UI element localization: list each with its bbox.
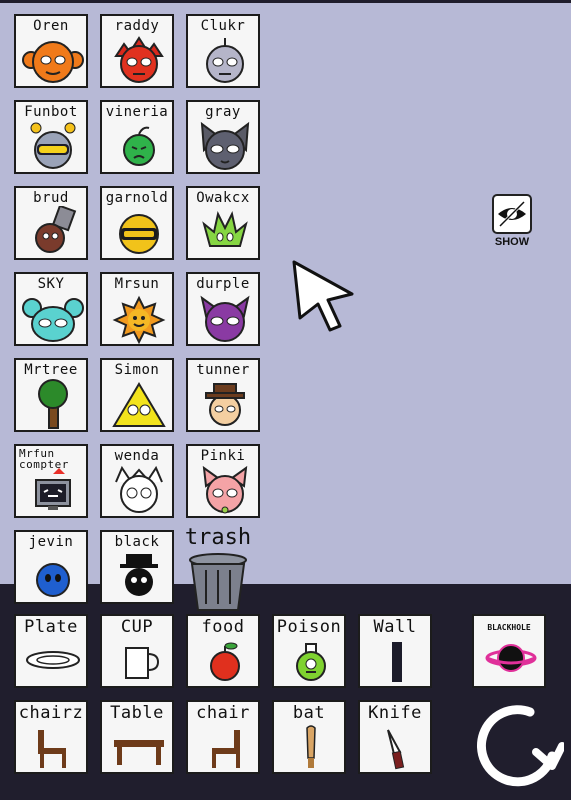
item-label: Plate xyxy=(24,617,78,637)
character-black[interactable]: black xyxy=(100,530,174,604)
character-label: SKY xyxy=(37,276,65,292)
character-garnold[interactable]: garnold xyxy=(100,186,174,260)
item-label: CUP xyxy=(120,617,154,637)
simon-face-icon xyxy=(112,382,166,427)
character-label: jevin xyxy=(28,534,74,550)
character-label: Mrsun xyxy=(114,276,160,292)
character-label: black xyxy=(114,534,160,550)
raddy-face-icon xyxy=(114,36,164,83)
oren-face-icon xyxy=(22,41,84,83)
character-mrsun[interactable]: Mrsun xyxy=(100,272,174,346)
character-label: garnold xyxy=(105,190,169,206)
character-clukr[interactable]: Clukr xyxy=(186,14,260,88)
character-label: vineria xyxy=(105,104,169,120)
character-label: wenda xyxy=(114,448,160,464)
show-label: SHOW xyxy=(494,236,530,248)
item-label: Poison xyxy=(276,617,342,637)
durple-face-icon xyxy=(200,295,250,342)
sky-face-icon xyxy=(22,298,84,342)
character-gray[interactable]: gray xyxy=(186,100,260,174)
mrfun-computer-icon xyxy=(35,468,71,510)
item-label: chairz xyxy=(18,703,84,723)
character-label: gray xyxy=(205,104,241,120)
character-brud[interactable]: brud xyxy=(14,186,88,260)
mrtree-icon xyxy=(38,379,68,429)
character-owakcx[interactable]: Owakcx xyxy=(186,186,260,260)
black-hole-icon xyxy=(485,644,537,672)
item-plate[interactable]: Plate xyxy=(14,614,88,688)
character-label: Pinki xyxy=(200,448,246,464)
item-label: chair xyxy=(196,703,250,723)
item-cup[interactable]: CUP xyxy=(100,614,174,688)
character-label: Oren xyxy=(33,18,69,34)
character-label: brud xyxy=(33,190,69,206)
character-vineria[interactable]: vineria xyxy=(100,100,174,174)
apple-icon xyxy=(210,642,240,681)
poison-bottle-icon xyxy=(296,643,326,681)
plate-icon xyxy=(26,651,80,669)
item-wall[interactable]: Wall xyxy=(358,614,432,688)
trash-label: trash xyxy=(184,525,252,550)
item-label: Table xyxy=(110,703,164,723)
item-chair[interactable]: chair xyxy=(186,700,260,774)
owakcx-face-icon xyxy=(202,211,248,247)
character-label: Owakcx xyxy=(196,190,250,206)
item-knife[interactable]: Knife xyxy=(358,700,432,774)
character-raddy[interactable]: raddy xyxy=(100,14,174,88)
funbot-face-icon xyxy=(30,122,76,169)
character-label: Mrtree xyxy=(24,362,78,378)
character-mrfun-compter[interactable]: Mrfun compter xyxy=(14,444,88,518)
trash-can-icon xyxy=(189,553,247,611)
character-mrtree[interactable]: Mrtree xyxy=(14,358,88,432)
black-face-icon xyxy=(120,554,158,596)
trash-button[interactable]: trash xyxy=(178,526,258,616)
cup-icon xyxy=(125,647,160,679)
wenda-face-icon xyxy=(115,465,163,513)
character-funbot[interactable]: Funbot xyxy=(14,100,88,174)
item-label: Knife xyxy=(368,703,422,723)
character-label: Funbot xyxy=(24,104,78,120)
mrsun-face-icon xyxy=(112,295,166,344)
item-label: bat xyxy=(292,703,326,723)
clukr-face-icon xyxy=(206,38,244,83)
knife-icon xyxy=(387,729,405,770)
item-bat[interactable]: bat xyxy=(272,700,346,774)
pinki-face-icon xyxy=(202,465,248,514)
character-wenda[interactable]: wenda xyxy=(100,444,174,518)
character-label: Simon xyxy=(114,362,160,378)
character-oren[interactable]: Oren xyxy=(14,14,88,88)
vineria-face-icon xyxy=(123,126,155,166)
garnold-face-icon xyxy=(119,214,159,254)
chair-icon xyxy=(38,730,66,768)
character-label: tunner xyxy=(196,362,250,378)
item-blackhole[interactable]: BLACKHOLE xyxy=(472,614,546,688)
gray-face-icon xyxy=(200,121,250,170)
character-sky[interactable]: SKY xyxy=(14,272,88,346)
table-icon xyxy=(114,740,164,765)
chair-icon xyxy=(212,730,240,768)
character-tunner[interactable]: tunner xyxy=(186,358,260,432)
character-pinki[interactable]: Pinki xyxy=(186,444,260,518)
eye-hidden-icon xyxy=(492,194,532,234)
character-label: durple xyxy=(196,276,250,292)
show-toggle-button[interactable]: SHOW xyxy=(490,194,534,248)
item-poison[interactable]: Poison xyxy=(272,614,346,688)
tunner-face-icon xyxy=(205,383,245,426)
item-chairz[interactable]: chairz xyxy=(14,700,88,774)
pointer-cursor-icon xyxy=(292,260,354,332)
character-label: raddy xyxy=(114,18,160,34)
character-jevin[interactable]: jevin xyxy=(14,530,88,604)
reset-arrow-icon[interactable] xyxy=(470,700,564,794)
character-durple[interactable]: durple xyxy=(186,272,260,346)
item-label: food xyxy=(201,617,245,637)
character-simon[interactable]: Simon xyxy=(100,358,174,432)
brud-face-icon xyxy=(35,206,77,253)
character-label: Clukr xyxy=(200,18,246,34)
item-label: Wall xyxy=(373,617,417,637)
bat-icon xyxy=(306,725,316,768)
jevin-face-icon xyxy=(36,563,70,597)
item-food[interactable]: food xyxy=(186,614,260,688)
item-table[interactable]: Table xyxy=(100,700,174,774)
wall-icon xyxy=(392,642,402,682)
